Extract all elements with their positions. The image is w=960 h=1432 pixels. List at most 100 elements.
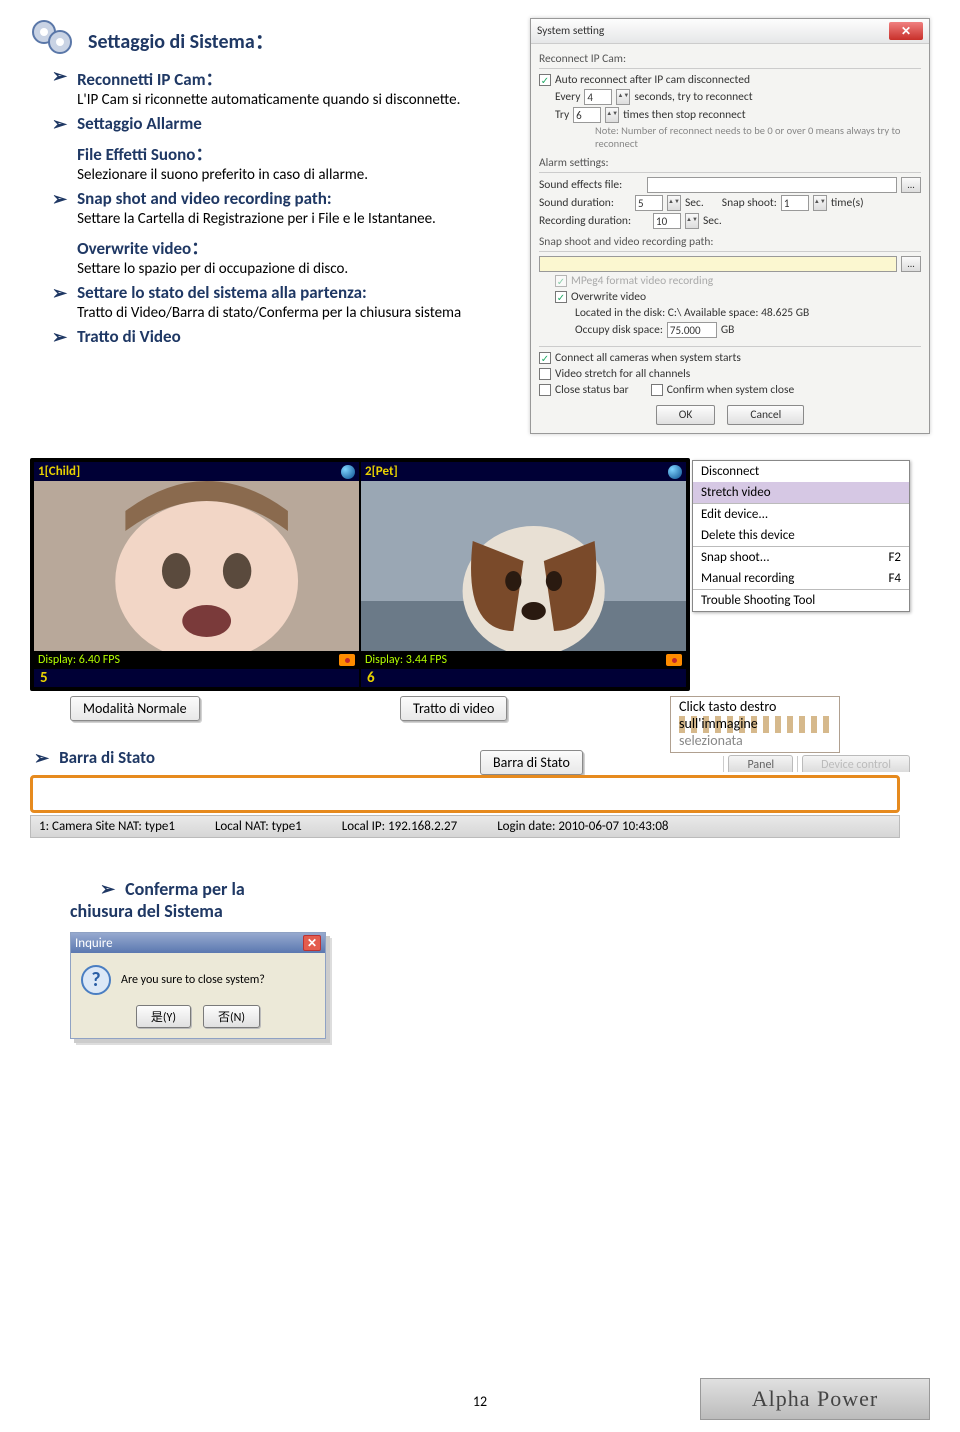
ctx-edit[interactable]: Edit device... bbox=[693, 504, 909, 525]
stretch-checkbox[interactable] bbox=[539, 368, 551, 380]
sef-label: Sound effects file: bbox=[539, 178, 643, 192]
confirm-close-checkbox[interactable] bbox=[651, 384, 663, 396]
question-icon: ? bbox=[81, 965, 111, 995]
close-status-label: Close status bar bbox=[555, 383, 629, 397]
sd-field[interactable]: 5 bbox=[635, 195, 663, 211]
no-button[interactable]: 否(N) bbox=[203, 1005, 260, 1028]
b4-desc: Tratto di Video/Barra di stato/Conferma … bbox=[77, 304, 516, 322]
connect-all-label: Connect all cameras when system starts bbox=[555, 351, 741, 365]
b3-desc: Settare la Cartella di Registrazione per… bbox=[77, 210, 516, 228]
system-setting-dialog: System setting ✕ Reconnect IP Cam: Auto … bbox=[530, 18, 930, 434]
ctx-manual[interactable]: Manual recordingF4 bbox=[693, 568, 909, 589]
bullet-icon: ➢ bbox=[52, 188, 67, 278]
dialog-title: System setting bbox=[537, 24, 604, 38]
ctx-stretch[interactable]: Stretch video bbox=[693, 482, 909, 503]
ctx-disconnect[interactable]: Disconnect bbox=[693, 461, 909, 482]
bullet-icon: ➢ bbox=[52, 65, 67, 109]
mpeg-label: MPeg4 format video recording bbox=[571, 274, 713, 288]
every-label: Every bbox=[555, 90, 580, 104]
ss-field[interactable]: 1 bbox=[781, 195, 809, 211]
rd-spin[interactable]: ▲▼ bbox=[685, 213, 699, 229]
cancel-button[interactable]: Cancel bbox=[727, 405, 804, 425]
child-image bbox=[34, 481, 359, 651]
b2-sub: File Effetti Suono： bbox=[77, 140, 516, 165]
ss-label: Snap shoot: bbox=[722, 196, 777, 210]
bullet-icon: ➢ bbox=[34, 747, 49, 769]
b2-desc: Selezionare il suono preferito in caso d… bbox=[77, 166, 516, 184]
overwrite-label: Overwrite video bbox=[571, 290, 646, 304]
grp-alarm: Alarm settings: bbox=[539, 156, 921, 170]
confirm-close-label: Confirm when system close bbox=[667, 383, 794, 397]
page-title: Settaggio di Sistema： bbox=[88, 25, 275, 54]
grp-path: Snap shoot and video recording path: bbox=[539, 235, 921, 249]
bullet-icon: ➢ bbox=[52, 326, 67, 348]
ctx-trouble[interactable]: Trouble Shooting Tool bbox=[693, 590, 909, 611]
ctx-snap[interactable]: Snap shoot...F2 bbox=[693, 547, 909, 568]
status-bar: 1: Camera Site NAT: type1 Local NAT: typ… bbox=[30, 815, 900, 838]
close-icon[interactable]: ✕ bbox=[889, 22, 923, 40]
cell6-num: 6 bbox=[361, 669, 686, 687]
globe-icon bbox=[668, 465, 682, 479]
video-grid: 1[Child] Display: 6.40 FPS 5 2[Pet] bbox=[30, 458, 690, 691]
stretch-label: Video stretch for all channels bbox=[555, 367, 690, 381]
path-browse[interactable]: ... bbox=[901, 256, 921, 272]
bullet-icon: ➢ bbox=[100, 878, 115, 900]
every-field[interactable]: 4 bbox=[584, 89, 612, 105]
overwrite-checkbox[interactable] bbox=[555, 291, 567, 303]
yes-button[interactable]: 是(Y) bbox=[136, 1005, 191, 1028]
record-icon bbox=[666, 654, 682, 666]
auto-reconnect-checkbox[interactable] bbox=[539, 74, 551, 86]
gear-icon bbox=[30, 18, 76, 61]
b3-sub2: Overwrite video： bbox=[77, 234, 516, 259]
pet-image bbox=[361, 481, 686, 651]
bullet-icon: ➢ bbox=[52, 113, 67, 184]
reconnect-note: Note: Number of reconnect needs to be 0 … bbox=[595, 125, 921, 150]
record-icon bbox=[339, 654, 355, 666]
cell2-title: 2[Pet] bbox=[365, 464, 398, 479]
sd-label: Sound duration: bbox=[539, 196, 631, 210]
context-menu: Disconnect Stretch video Edit device... … bbox=[692, 460, 910, 612]
try-spin[interactable]: ▲▼ bbox=[605, 107, 619, 123]
tag-normal: Modalità Normale bbox=[70, 696, 200, 721]
ss-unit: time(s) bbox=[831, 196, 864, 210]
every-spin[interactable]: ▲▼ bbox=[616, 89, 630, 105]
sef-field[interactable] bbox=[647, 177, 897, 193]
rd-field[interactable]: 10 bbox=[653, 213, 681, 229]
b4-title: Settare lo stato del sistema alla parten… bbox=[77, 282, 516, 303]
cell1-title: 1[Child] bbox=[38, 464, 80, 479]
occupy-field[interactable]: 75.000 bbox=[667, 322, 717, 338]
sd-spin[interactable]: ▲▼ bbox=[667, 195, 681, 211]
ok-button[interactable]: OK bbox=[656, 405, 716, 425]
try-field[interactable]: 6 bbox=[573, 107, 601, 123]
bullet-icon: ➢ bbox=[52, 282, 67, 322]
cell2-fps: Display: 3.44 FPS bbox=[365, 653, 447, 667]
status-ip: Local IP: 192.168.2.27 bbox=[342, 819, 457, 834]
status-highlight-box bbox=[30, 775, 900, 813]
b1-desc: L'IP Cam si riconnette automaticamente q… bbox=[77, 91, 516, 109]
status-nat: Local NAT: type1 bbox=[215, 819, 302, 834]
ctx-delete[interactable]: Delete this device bbox=[693, 525, 909, 546]
inquire-title: Inquire bbox=[75, 936, 113, 951]
video-cell-1[interactable]: 1[Child] Display: 6.40 FPS 5 bbox=[34, 462, 359, 687]
device-control-tab[interactable]: Device control bbox=[802, 755, 910, 772]
sef-browse[interactable]: ... bbox=[901, 177, 921, 193]
ss-spin[interactable]: ▲▼ bbox=[813, 195, 827, 211]
occupy-unit: GB bbox=[721, 323, 735, 337]
b2-title: Settaggio Allarme bbox=[77, 113, 516, 134]
status-cam: 1: Camera Site NAT: type1 bbox=[39, 819, 175, 834]
located-label: Located in the disk: C:\ Available space… bbox=[575, 306, 809, 320]
inquire-h2: chiusura del Sistema bbox=[70, 900, 930, 922]
path-field[interactable] bbox=[539, 256, 897, 272]
mpeg-checkbox[interactable] bbox=[555, 275, 567, 287]
cell1-fps: Display: 6.40 FPS bbox=[38, 653, 120, 667]
connect-all-checkbox[interactable] bbox=[539, 352, 551, 364]
close-status-checkbox[interactable] bbox=[539, 384, 551, 396]
close-icon[interactable]: ✕ bbox=[303, 935, 321, 951]
tag-tratto: Tratto di video bbox=[400, 696, 507, 721]
b1-title: Reconnetti IP Cam： bbox=[77, 65, 516, 90]
video-cell-2[interactable]: 2[Pet] Display: 3.44 FPS 6 bbox=[361, 462, 686, 687]
panel-tab[interactable]: Panel bbox=[728, 755, 793, 772]
tag-barra: Barra di Stato bbox=[480, 750, 583, 775]
try-label: Try bbox=[555, 108, 569, 122]
rd-label: Recording duration: bbox=[539, 214, 649, 228]
